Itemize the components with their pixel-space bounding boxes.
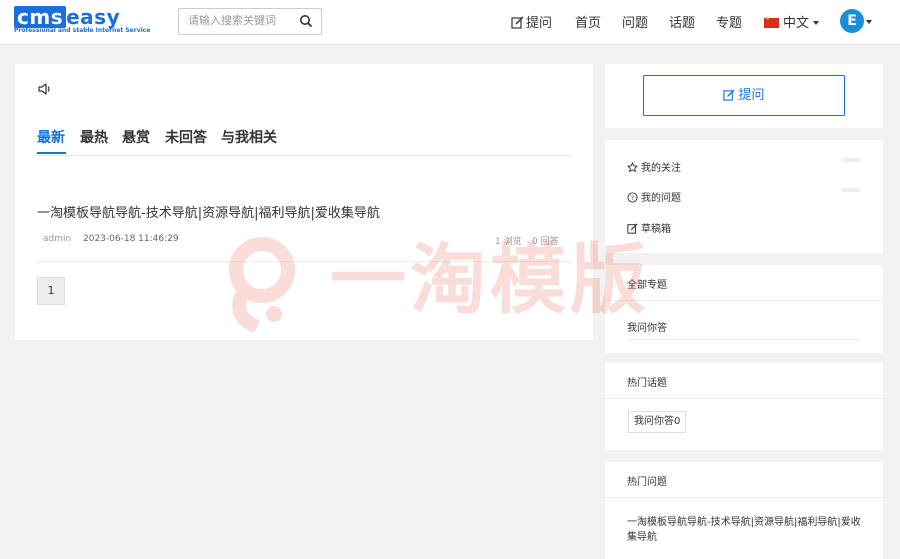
tab-unanswered[interactable]: 未回答 [165, 127, 207, 147]
count-badge [842, 188, 860, 192]
ask-card: 提问 [605, 64, 883, 128]
speaker-icon [38, 83, 50, 95]
chevron-down-icon [813, 21, 820, 25]
nav-home[interactable]: 首页 [575, 12, 601, 31]
search-box [178, 8, 322, 35]
hot-topics-title: 热门话题 [627, 378, 667, 389]
sidebar-item-following[interactable]: 我的关注 [626, 159, 681, 174]
question-author[interactable]: admin [43, 234, 71, 244]
divider [37, 261, 571, 262]
all-special-title: 全部专题 [627, 280, 667, 291]
nav-questions[interactable]: 问题 [622, 12, 648, 31]
logo-easy: easy [66, 5, 121, 29]
edit-icon [723, 89, 736, 101]
edit-icon [511, 16, 524, 29]
user-links-card: 我的关注 ? 我的问题 草稿箱 [605, 140, 883, 253]
question-title[interactable]: 一淘模板导航导航-技术导航|资源导航|福利导航|爱收集导航 [37, 202, 380, 221]
search-input[interactable] [179, 9, 298, 32]
ask-button-label: 提问 [738, 88, 765, 103]
site-logo[interactable]: cms easy Professional and stable Internet… [14, 6, 156, 36]
topic-tag[interactable]: 我问你答0 [628, 411, 687, 433]
tab-related-to-me[interactable]: 与我相关 [221, 127, 277, 147]
question-views: 1 浏览 [495, 237, 522, 247]
question-time: 2023-06-18 11:46:29 [83, 234, 179, 244]
tab-latest[interactable]: 最新 [37, 127, 65, 147]
language-selector[interactable]: 中文 [764, 12, 820, 31]
hot-questions-card: 热门问题 一淘模板导航导航-技术导航|资源导航|福利导航|爱收集导航 [605, 462, 883, 559]
question-answers: 0 回答 [532, 237, 559, 247]
top-header: cms easy Professional and stable Internet… [0, 0, 900, 45]
divider [605, 497, 883, 498]
hot-questions-title: 热门问题 [627, 477, 667, 488]
sidebar-item-label: 草稿箱 [641, 224, 671, 235]
edit-icon [627, 223, 638, 234]
hot-question-link[interactable]: 一淘模板导航导航-技术导航|资源导航|福利导航|爱收集导航 [627, 515, 863, 545]
tab-hottest[interactable]: 最热 [80, 127, 108, 147]
sidebar-item-label: 我的问题 [641, 193, 681, 204]
nav-ask[interactable]: 提问 [511, 12, 552, 31]
sidebar-item-drafts[interactable]: 草稿箱 [627, 220, 671, 235]
special-item[interactable]: 我问你答 [627, 319, 667, 334]
ask-question-button[interactable]: 提问 [643, 75, 845, 116]
all-special-card: 全部专题 我问你答 [605, 265, 883, 353]
nav-ask-label: 提问 [526, 16, 553, 31]
count-badge [842, 158, 860, 162]
tab-bounty[interactable]: 悬赏 [122, 127, 150, 147]
china-flag-icon [764, 15, 779, 28]
nav-topics[interactable]: 话题 [669, 12, 695, 31]
sidebar-item-my-questions[interactable]: ? 我的问题 [627, 189, 681, 204]
question-tabs: 最新 最热 悬赏 未回答 与我相关 [37, 124, 571, 156]
divider [627, 339, 861, 340]
logo-wordmark: cms easy [14, 6, 120, 28]
divider [605, 398, 883, 399]
pagination-page-button[interactable]: 1 [37, 277, 65, 305]
avatar-chevron-down-icon[interactable] [866, 20, 872, 24]
user-avatar[interactable]: E [840, 9, 864, 33]
sidebar-item-label: 我的关注 [641, 163, 681, 174]
question-circle-icon: ? [627, 192, 638, 203]
active-tab-indicator [37, 152, 66, 154]
question-list-card: 最新 最热 悬赏 未回答 与我相关 一淘模板导航导航-技术导航|资源导航|福利导… [15, 64, 593, 340]
logo-tagline: Professional and stable Internet Service [14, 27, 151, 34]
svg-text:?: ? [631, 194, 634, 202]
language-label: 中文 [783, 16, 810, 31]
search-icon[interactable] [299, 14, 313, 28]
nav-special[interactable]: 专题 [716, 12, 742, 31]
hot-topics-card: 热门话题 我问你答0 [605, 363, 883, 450]
divider [605, 300, 883, 301]
star-icon [626, 161, 639, 173]
